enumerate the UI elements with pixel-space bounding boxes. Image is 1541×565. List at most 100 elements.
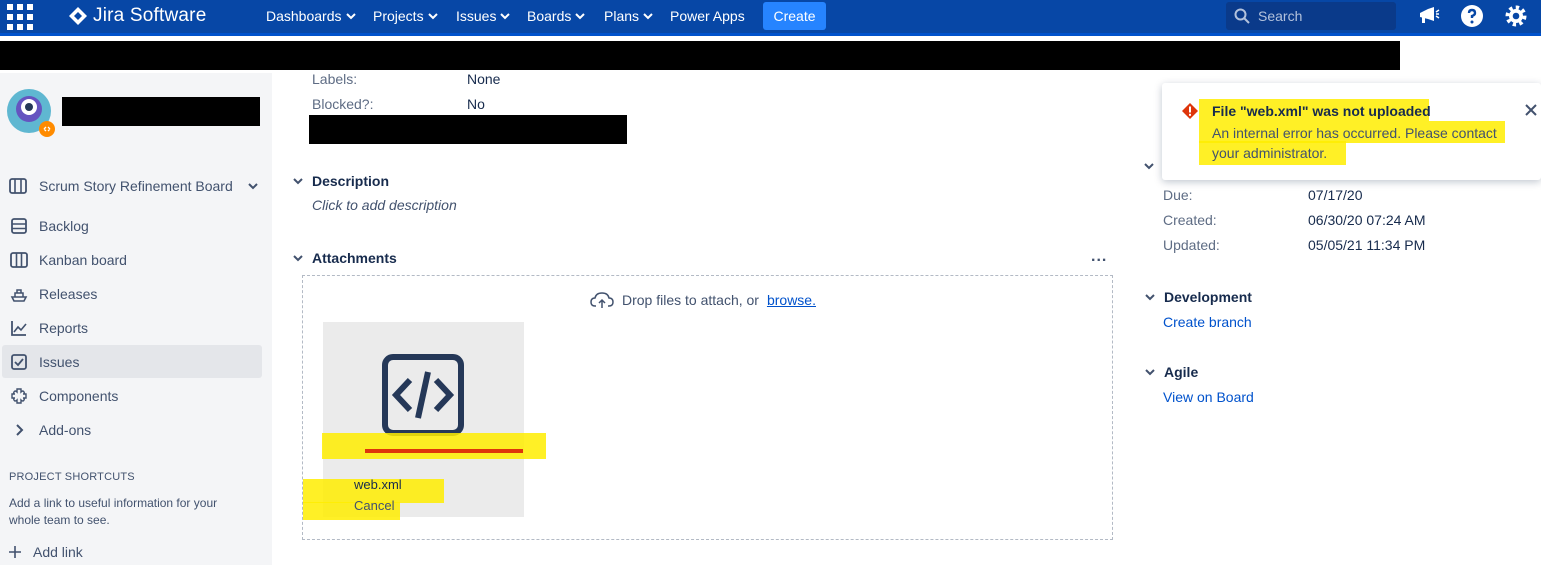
sidebar-item-issues[interactable]: Issues (2, 345, 262, 378)
attachments-more-button[interactable]: ... (1091, 248, 1107, 266)
chevron-down-icon (293, 255, 303, 262)
settings-gear-icon[interactable] (1504, 4, 1528, 28)
field-value-labels[interactable]: None (467, 71, 500, 87)
redacted-field (309, 115, 627, 144)
project-shortcuts-heading: PROJECT SHORTCUTS (9, 471, 135, 483)
nav-border (0, 33, 1541, 36)
close-icon[interactable] (1524, 103, 1538, 117)
chevron-down-icon (643, 13, 653, 20)
chevron-down-icon (293, 178, 303, 185)
development-heading: Development (1164, 289, 1252, 305)
attachments-heading: Attachments (312, 250, 397, 266)
date-value-updated: 05/05/21 11:34 PM (1308, 237, 1426, 253)
sidebar-item-label: Backlog (39, 217, 89, 234)
backlog-icon (11, 217, 27, 234)
board-selector[interactable]: Scrum Story Refinement Board (9, 177, 259, 195)
redacted-project-name (62, 97, 260, 126)
chevron-down-icon (575, 13, 586, 20)
field-value-blocked[interactable]: No (467, 96, 485, 112)
project-avatar[interactable] (7, 89, 55, 137)
date-label-updated: Updated: (1163, 237, 1220, 253)
plus-icon (9, 546, 21, 558)
nav-projects[interactable]: Projects (373, 8, 438, 24)
sidebar-item-label: Issues (39, 353, 80, 370)
board-selector-label: Scrum Story Refinement Board (39, 178, 233, 194)
date-value-created: 06/30/20 07:24 AM (1308, 212, 1426, 228)
attachment-filename: web.xml (354, 477, 402, 492)
chevron-down-icon (1145, 294, 1155, 301)
sidebar-item-backlog[interactable]: Backlog (2, 209, 262, 242)
chevron-down-icon (248, 183, 258, 190)
search-icon (1234, 8, 1250, 24)
nav-projects-label: Projects (373, 8, 424, 24)
components-icon (11, 387, 27, 404)
attachments-section-toggle[interactable]: Attachments (292, 250, 397, 266)
sidebar-item-label: Add-ons (39, 421, 92, 438)
attachment-thumbnail[interactable]: web.xml Cancel (303, 322, 546, 520)
issues-icon (11, 353, 27, 370)
create-branch-link[interactable]: Create branch (1163, 314, 1252, 330)
view-on-board-link[interactable]: View on Board (1163, 389, 1254, 405)
code-file-icon (382, 354, 464, 436)
date-label-due: Due: (1163, 187, 1193, 203)
reports-icon (11, 320, 27, 336)
board-icon (9, 178, 27, 194)
project-shortcuts-description: Add a link to useful information for you… (9, 496, 218, 527)
sidebar-item-label: Releases (39, 285, 98, 302)
nav-power-apps-label: Power Apps (670, 8, 745, 24)
nav-plans[interactable]: Plans (604, 8, 653, 24)
cancel-upload-link[interactable]: Cancel (354, 498, 394, 513)
nav-dashboards[interactable]: Dashboards (266, 8, 356, 24)
sidebar-item-kanban-board[interactable]: Kanban board (2, 243, 262, 276)
cloud-upload-icon (590, 292, 614, 308)
sidebar-item-label: Components (39, 387, 119, 404)
sidebar-item-releases[interactable]: Releases (2, 277, 262, 310)
project-sidebar: Scrum Story Refinement Board Backlog Kan… (0, 73, 272, 565)
nav-issues-label: Issues (456, 8, 497, 24)
chevron-down-icon (1145, 369, 1155, 376)
app-name: Jira Software (93, 5, 207, 26)
chevron-down-icon (500, 13, 511, 20)
search-placeholder: Search (1258, 8, 1303, 24)
agile-section-toggle[interactable]: Agile (1144, 364, 1198, 380)
sidebar-item-reports[interactable]: Reports (2, 311, 262, 344)
date-value-due: 07/17/20 (1308, 187, 1363, 203)
add-link-label: Add link (33, 544, 83, 560)
sidebar-item-add-ons[interactable]: Add-ons (2, 413, 262, 446)
drop-text: Drop files to attach, or (622, 292, 759, 308)
nav-power-apps[interactable]: Power Apps (670, 8, 745, 24)
redacted-breadcrumb (0, 41, 1400, 70)
search-input[interactable]: Search (1226, 2, 1396, 30)
jira-logo[interactable]: Jira Software (68, 5, 206, 27)
jira-diamond-icon (69, 7, 87, 25)
sidebar-item-components[interactable]: Components (2, 379, 262, 412)
releases-icon (10, 288, 28, 302)
error-flag: File "web.xml" was not uploaded An inter… (1162, 83, 1541, 180)
development-section-toggle[interactable]: Development (1144, 289, 1252, 305)
description-section-toggle[interactable]: Description (292, 173, 389, 189)
nav-plans-label: Plans (604, 8, 640, 24)
highlight-mark (322, 433, 546, 459)
top-navigation: Jira Software Dashboards Projects Issues… (0, 0, 1541, 33)
date-label-created: Created: (1163, 212, 1217, 228)
attachment-dropzone[interactable]: Drop files to attach, or browse. web.xml… (302, 275, 1113, 540)
help-icon[interactable] (1460, 4, 1484, 28)
browse-link[interactable]: browse. (767, 292, 816, 308)
nav-boards[interactable]: Boards (527, 8, 586, 24)
chevron-right-icon (16, 423, 24, 436)
flag-body: An internal error has occurred. Please c… (1212, 125, 1497, 161)
agile-heading: Agile (1164, 364, 1199, 380)
chevron-down-icon[interactable] (1143, 160, 1155, 172)
add-link-button[interactable]: Add link (9, 544, 83, 560)
sidebar-item-label: Reports (39, 319, 89, 336)
kanban-board-icon (10, 251, 28, 268)
app-switcher-icon[interactable] (7, 4, 33, 30)
create-button[interactable]: Create (763, 2, 826, 30)
nav-dashboards-label: Dashboards (266, 8, 342, 24)
megaphone-icon[interactable] (1416, 4, 1440, 28)
sidebar-item-label: Kanban board (39, 251, 127, 268)
nav-boards-label: Boards (527, 8, 572, 24)
flag-title: File "web.xml" was not uploaded (1212, 103, 1431, 119)
description-field[interactable]: Click to add description (312, 197, 457, 213)
nav-issues[interactable]: Issues (456, 8, 511, 24)
